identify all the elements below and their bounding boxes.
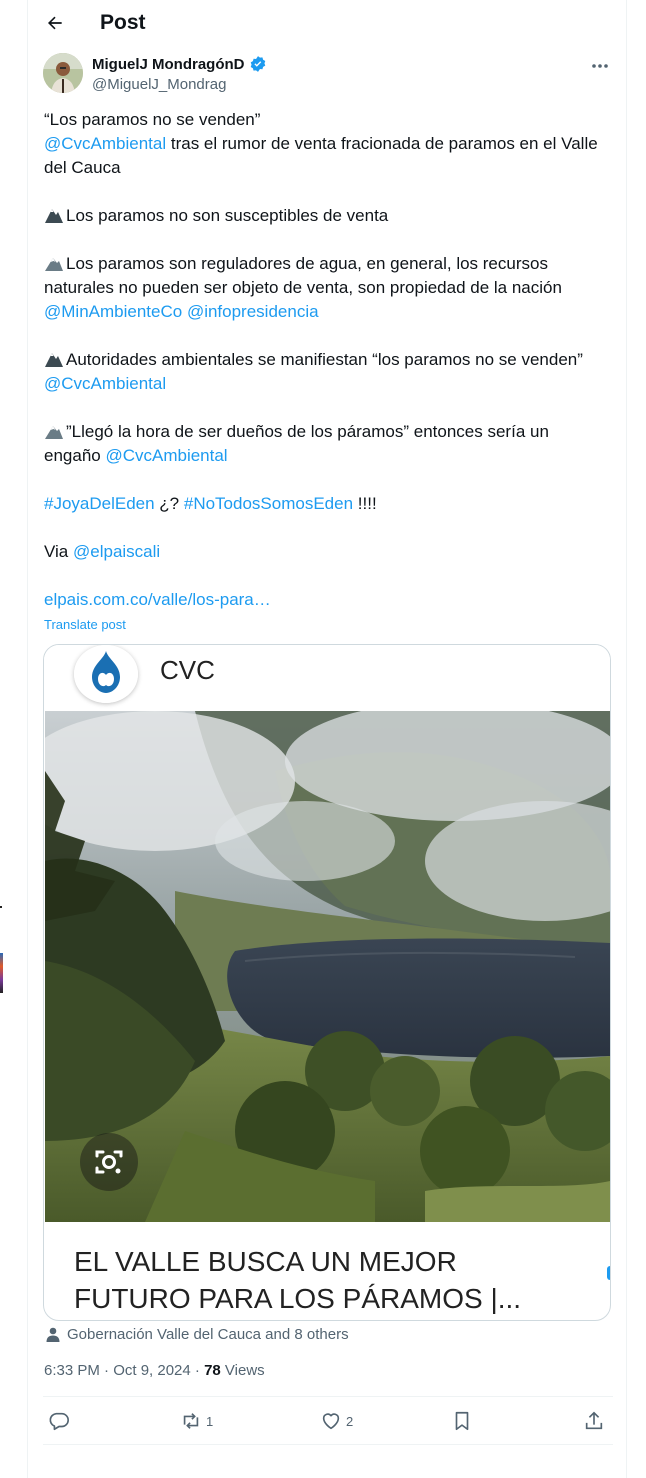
card-title: EL VALLE BUSCA UN MEJOR FUTURO PARA LOS … [74, 1243, 594, 1317]
action-bar: 1 2 [43, 1402, 613, 1440]
post-text-span: Los paramos son reguladores de agua, en … [66, 254, 548, 273]
post-line: @MinAmbienteCo @infopresidencia [44, 300, 319, 324]
external-url-link[interactable]: elpais.com.co/valle/los-para… [44, 590, 271, 609]
repost-count: 1 [206, 1413, 214, 1429]
reply-button[interactable] [48, 1410, 74, 1432]
post-text-span: Autoridades ambientales se manifiestan “… [66, 350, 583, 369]
post-header: Post [28, 0, 628, 48]
post-line: Los paramos son reguladores de agua, en … [44, 252, 548, 276]
post-line: Los paramos no son susceptibles de venta [44, 204, 388, 228]
repost-button[interactable]: 1 [180, 1410, 213, 1432]
verified-badge-icon [250, 56, 265, 72]
snowcapped-mountain-emoji-icon [45, 426, 63, 439]
more-dots-icon [592, 64, 608, 68]
reply-icon [49, 1412, 69, 1431]
card-header: CVC [44, 645, 610, 711]
post-text-span: tras el rumor de venta fracionada de par… [166, 134, 598, 153]
views-label: Views [220, 1362, 265, 1379]
mention-link[interactable]: @MinAmbienteCo [44, 302, 182, 321]
divider [43, 1396, 613, 1397]
more-options-button[interactable] [587, 55, 613, 77]
post-line: Via @elpaiscali [44, 540, 160, 564]
post-line: “Los paramos no se venden” [44, 108, 260, 132]
bookmark-button[interactable] [451, 1410, 473, 1432]
post-line: ”Llegó la hora de ser dueños de los pára… [44, 420, 549, 444]
google-lens-button[interactable] [80, 1133, 138, 1191]
avatar-image [43, 53, 83, 93]
mention-link[interactable]: @elpaiscali [73, 542, 160, 561]
mountain-emoji-icon [45, 209, 63, 223]
post-text-span: Los paramos no son susceptibles de venta [66, 206, 389, 225]
card-source-name: CVC [160, 655, 215, 685]
post-line: Autoridades ambientales se manifiestan “… [44, 348, 583, 372]
post-line: @CvcAmbiental tras el rumor de venta fra… [44, 132, 598, 156]
post-author: MiguelJ MondragónD @MiguelJ_Mondrag [43, 53, 613, 97]
mention-link[interactable]: @infopresidencia [187, 302, 319, 321]
mention-link[interactable]: @CvcAmbiental [44, 374, 166, 393]
card-title-line: EL VALLE BUSCA UN MEJOR [74, 1246, 457, 1277]
post-line: del Cauca [44, 156, 121, 180]
author-handle[interactable]: @MiguelJ_Mondrag [92, 76, 226, 93]
divider [43, 1444, 613, 1445]
card-title-line: FUTURO PARA LOS PÁRAMOS |... [74, 1283, 522, 1314]
post-text-span: Via [44, 542, 73, 561]
person-icon [46, 1327, 60, 1342]
hashtag-link[interactable]: #NoTodosSomosEden [184, 494, 353, 513]
post-line: @CvcAmbiental [44, 372, 166, 396]
author-name[interactable]: MiguelJ MondragónD [92, 56, 245, 73]
repost-icon [183, 1413, 199, 1429]
camera-lens-icon [95, 1150, 123, 1174]
social-context-text[interactable]: Gobernación Valle del Cauca and 8 others [67, 1326, 349, 1343]
post-meta: 6:33 PM · Oct 9, 2024 · 78 Views [44, 1362, 265, 1379]
post-text-span: ¿? [154, 494, 184, 513]
post-text-span: “Los paramos no se venden” [44, 110, 261, 129]
page-title: Post [100, 11, 146, 34]
mention-link[interactable]: @CvcAmbiental [44, 134, 166, 153]
hashtag-link[interactable]: #JoyaDelEden [44, 494, 155, 513]
arrow-left-icon [48, 16, 62, 30]
social-context: Gobernación Valle del Cauca and 8 others [46, 1326, 349, 1343]
share-button[interactable] [583, 1410, 605, 1432]
mountain-emoji-icon [45, 353, 63, 367]
like-count: 2 [346, 1413, 354, 1429]
bookmark-icon [455, 1411, 469, 1431]
post-line: naturales no pueden ser objeto de venta,… [44, 276, 562, 300]
like-button[interactable]: 2 [320, 1410, 353, 1432]
post-line: #JoyaDelEden ¿? #NoTodosSomosEden !!!! [44, 492, 377, 516]
author-name-row: MiguelJ MondragónD [92, 55, 267, 73]
mention-link[interactable]: @CvcAmbiental [105, 446, 227, 465]
post-text-span: engaño [44, 446, 106, 465]
post-timestamp[interactable]: 6:33 PM · Oct 9, 2024 · [44, 1362, 204, 1379]
avatar[interactable] [43, 53, 83, 93]
heart-icon [322, 1413, 340, 1430]
card-scroll-indicator [607, 1266, 610, 1280]
edge-artifact-dot [0, 906, 2, 908]
post-line: engaño @CvcAmbiental [44, 444, 228, 468]
drupal-logo-icon [74, 645, 138, 703]
post-column: Post MiguelJ MondragónD @MiguelJ_Mondrag… [27, 0, 627, 1478]
link-preview-card[interactable]: CVC EL VALLE BUSCA UN MEJOR FUTURO PARA … [43, 644, 611, 1321]
share-icon [585, 1411, 603, 1430]
post-text-span: ”Llegó la hora de ser dueños de los pára… [66, 422, 549, 441]
snowcapped-mountain-emoji-icon [45, 258, 63, 271]
back-button[interactable] [42, 10, 68, 36]
views-count: 78 [204, 1362, 221, 1379]
translate-post-link[interactable]: Translate post [44, 617, 126, 632]
edge-artifact-bar [0, 953, 3, 993]
post-text-span: del Cauca [44, 158, 121, 177]
post-line: elpais.com.co/valle/los-para… [44, 588, 271, 612]
post-text-span: !!!! [353, 494, 377, 513]
post-text-span: naturales no pueden ser objeto de venta,… [44, 278, 562, 297]
